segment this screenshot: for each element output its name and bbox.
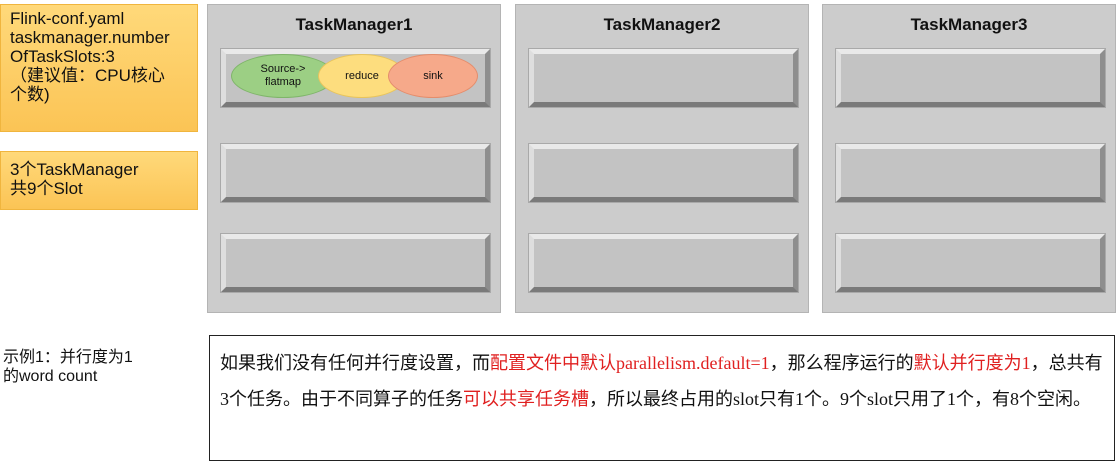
- taskmanager-title: TaskManager2: [603, 15, 721, 34]
- description-highlight: 可以共享任务槽: [463, 389, 589, 409]
- task-slot: [529, 49, 798, 107]
- task-slot: [221, 144, 490, 202]
- task-slot: [221, 234, 490, 292]
- task-slot: [836, 49, 1105, 107]
- description-text: ，那么程序运行的: [769, 353, 914, 373]
- description-highlight: 默认并行度为1: [913, 353, 1031, 373]
- slot-summary-note: 3个TaskManager 共9个Slot: [0, 151, 198, 210]
- task-slot: [836, 234, 1105, 292]
- task-slot: [529, 144, 798, 202]
- taskmanager-1: TaskManager1: [207, 4, 501, 313]
- taskmanager-3: TaskManager3: [822, 4, 1116, 313]
- operator-sink: sink: [388, 54, 478, 98]
- config-note: Flink-conf.yaml taskmanager.number OfTas…: [0, 4, 198, 132]
- taskmanager-2: TaskManager2: [515, 4, 809, 313]
- description-text: ，所以最终占用的slot只有1个。9个slot只用了1个，有8个空闲。: [589, 389, 1092, 409]
- task-slot: [836, 144, 1105, 202]
- taskmanager-title: TaskManager3: [910, 15, 1028, 34]
- description-highlight: 配置文件中默认parallelism.default=1: [490, 353, 770, 373]
- description-text: 如果我们没有任何并行度设置，而: [220, 353, 490, 373]
- taskmanager-title: TaskManager1: [295, 15, 413, 34]
- example-label: 示例1：并行度为1 的word count: [3, 349, 133, 385]
- task-slot: [529, 234, 798, 292]
- description-box: 如果我们没有任何并行度设置，而配置文件中默认parallelism.defaul…: [209, 335, 1115, 461]
